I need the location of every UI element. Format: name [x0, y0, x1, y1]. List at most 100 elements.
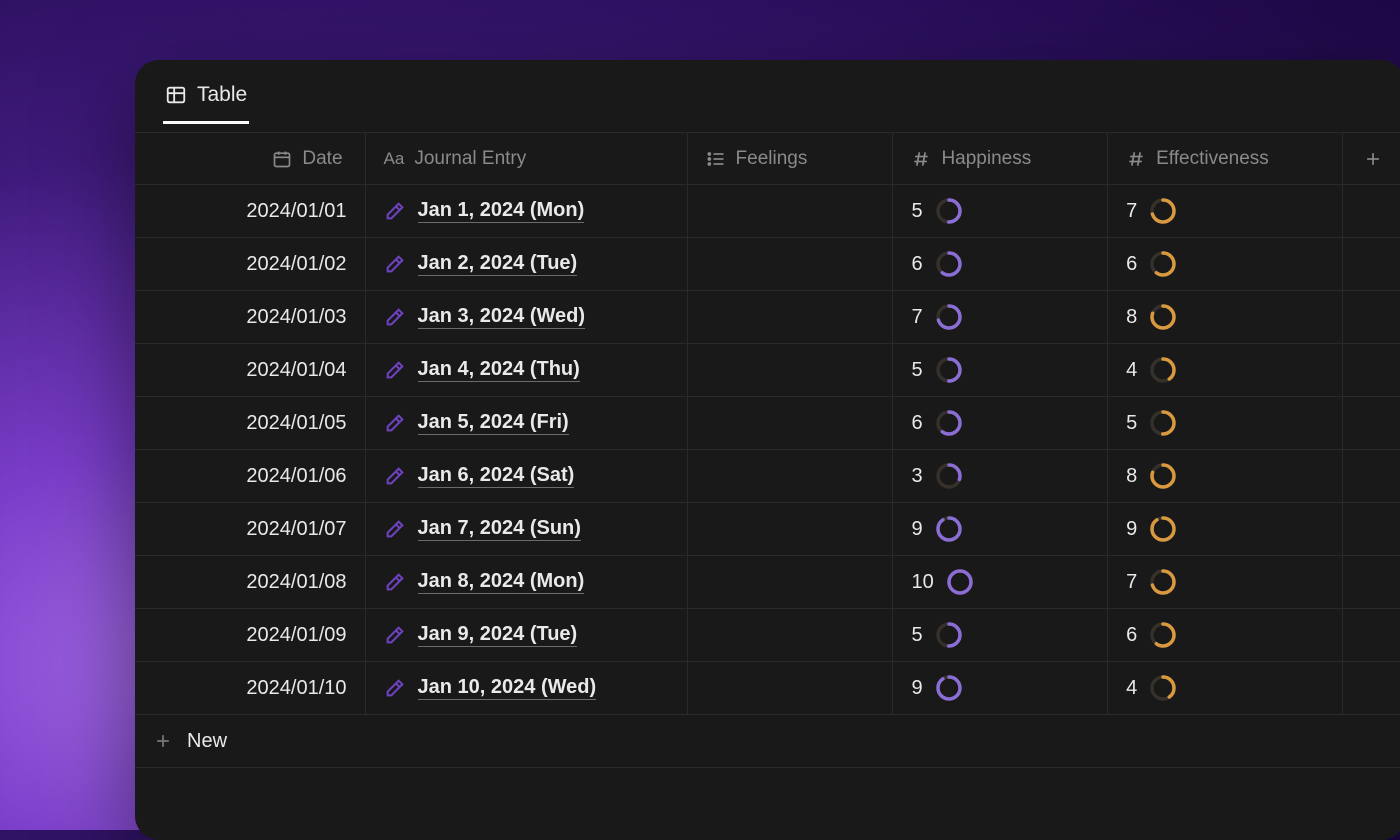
progress-ring-icon	[1149, 674, 1177, 702]
row-trailing-cell	[1342, 556, 1400, 609]
feelings-cell[interactable]	[687, 185, 893, 238]
date-cell[interactable]: 2024/01/01	[135, 185, 365, 238]
journal-entry-link[interactable]: Jan 6, 2024 (Sat)	[418, 464, 575, 488]
journal-entry-link[interactable]: Jan 5, 2024 (Fri)	[418, 411, 569, 435]
header-feelings[interactable]: Feelings	[687, 133, 893, 185]
date-cell[interactable]: 2024/01/07	[135, 503, 365, 556]
date-cell[interactable]: 2024/01/05	[135, 397, 365, 450]
entry-cell[interactable]: Jan 7, 2024 (Sun)	[365, 503, 687, 556]
plus-icon	[1363, 149, 1383, 169]
table-row[interactable]: 2024/01/08 Jan 8, 2024 (Mon) 10 7	[135, 556, 1400, 609]
entry-cell[interactable]: Jan 3, 2024 (Wed)	[365, 291, 687, 344]
multiselect-icon	[706, 149, 726, 169]
entry-cell[interactable]: Jan 2, 2024 (Tue)	[365, 238, 687, 291]
entry-cell[interactable]: Jan 4, 2024 (Thu)	[365, 344, 687, 397]
effectiveness-cell[interactable]: 5	[1108, 397, 1342, 450]
table-row[interactable]: 2024/01/05 Jan 5, 2024 (Fri) 6 5	[135, 397, 1400, 450]
progress-ring-icon	[1149, 409, 1177, 437]
table-row[interactable]: 2024/01/10 Jan 10, 2024 (Wed) 9 4	[135, 662, 1400, 715]
new-row-button[interactable]: New	[135, 715, 1400, 768]
feelings-cell[interactable]	[687, 450, 893, 503]
entry-cell[interactable]: Jan 1, 2024 (Mon)	[365, 185, 687, 238]
journal-entry-link[interactable]: Jan 7, 2024 (Sun)	[418, 517, 581, 541]
row-trailing-cell	[1342, 662, 1400, 715]
date-value: 2024/01/04	[246, 359, 346, 381]
happiness-cell[interactable]: 6	[893, 397, 1108, 450]
date-cell[interactable]: 2024/01/06	[135, 450, 365, 503]
happiness-cell[interactable]: 9	[893, 503, 1108, 556]
date-cell[interactable]: 2024/01/02	[135, 238, 365, 291]
journal-entry-link[interactable]: Jan 4, 2024 (Thu)	[418, 358, 580, 382]
header-date-label: Date	[302, 148, 342, 170]
header-add-column[interactable]	[1342, 133, 1400, 185]
table-row[interactable]: 2024/01/02 Jan 2, 2024 (Tue) 6 6	[135, 238, 1400, 291]
date-cell[interactable]: 2024/01/08	[135, 556, 365, 609]
effectiveness-cell[interactable]: 7	[1108, 185, 1342, 238]
entry-cell[interactable]: Jan 6, 2024 (Sat)	[365, 450, 687, 503]
happiness-cell[interactable]: 5	[893, 185, 1108, 238]
journal-entry-link[interactable]: Jan 9, 2024 (Tue)	[418, 623, 578, 647]
feelings-cell[interactable]	[687, 503, 893, 556]
happiness-value: 9	[911, 518, 922, 541]
happiness-cell[interactable]: 7	[893, 291, 1108, 344]
happiness-cell[interactable]: 6	[893, 238, 1108, 291]
row-trailing-cell	[1342, 291, 1400, 344]
happiness-cell[interactable]: 3	[893, 450, 1108, 503]
happiness-cell[interactable]: 10	[893, 556, 1108, 609]
date-cell[interactable]: 2024/01/09	[135, 609, 365, 662]
entry-cell[interactable]: Jan 5, 2024 (Fri)	[365, 397, 687, 450]
feelings-cell[interactable]	[687, 344, 893, 397]
effectiveness-cell[interactable]: 9	[1108, 503, 1342, 556]
effectiveness-cell[interactable]: 6	[1108, 609, 1342, 662]
header-happiness[interactable]: Happiness	[893, 133, 1108, 185]
effectiveness-cell[interactable]: 8	[1108, 450, 1342, 503]
edit-page-icon	[384, 200, 406, 222]
progress-ring-icon	[1149, 303, 1177, 331]
table-row[interactable]: 2024/01/06 Jan 6, 2024 (Sat) 3 8	[135, 450, 1400, 503]
feelings-cell[interactable]	[687, 556, 893, 609]
date-cell[interactable]: 2024/01/04	[135, 344, 365, 397]
edit-page-icon	[384, 624, 406, 646]
database-window: Table Date Aa Journal Entry	[135, 60, 1400, 840]
feelings-cell[interactable]	[687, 291, 893, 344]
effectiveness-cell[interactable]: 8	[1108, 291, 1342, 344]
date-value: 2024/01/02	[246, 253, 346, 275]
feelings-cell[interactable]	[687, 609, 893, 662]
journal-entry-link[interactable]: Jan 1, 2024 (Mon)	[418, 199, 585, 223]
table-row[interactable]: 2024/01/09 Jan 9, 2024 (Tue) 5 6	[135, 609, 1400, 662]
feelings-cell[interactable]	[687, 397, 893, 450]
table-row[interactable]: 2024/01/01 Jan 1, 2024 (Mon) 5 7	[135, 185, 1400, 238]
happiness-cell[interactable]: 9	[893, 662, 1108, 715]
effectiveness-value: 5	[1126, 412, 1137, 435]
happiness-cell[interactable]: 5	[893, 344, 1108, 397]
journal-entry-link[interactable]: Jan 8, 2024 (Mon)	[418, 570, 585, 594]
entry-cell[interactable]: Jan 9, 2024 (Tue)	[365, 609, 687, 662]
happiness-value: 10	[911, 571, 933, 594]
date-cell[interactable]: 2024/01/10	[135, 662, 365, 715]
progress-ring-icon	[935, 462, 963, 490]
feelings-cell[interactable]	[687, 238, 893, 291]
entry-cell[interactable]: Jan 8, 2024 (Mon)	[365, 556, 687, 609]
row-trailing-cell	[1342, 238, 1400, 291]
header-journal-entry[interactable]: Aa Journal Entry	[365, 133, 687, 185]
journal-entry-link[interactable]: Jan 3, 2024 (Wed)	[418, 305, 585, 329]
table-row[interactable]: 2024/01/04 Jan 4, 2024 (Thu) 5 4	[135, 344, 1400, 397]
happiness-cell[interactable]: 5	[893, 609, 1108, 662]
effectiveness-cell[interactable]: 4	[1108, 344, 1342, 397]
table-row[interactable]: 2024/01/03 Jan 3, 2024 (Wed) 7 8	[135, 291, 1400, 344]
effectiveness-cell[interactable]: 4	[1108, 662, 1342, 715]
table-row[interactable]: 2024/01/07 Jan 7, 2024 (Sun) 9 9	[135, 503, 1400, 556]
tab-table-view[interactable]: Table	[163, 83, 249, 124]
feelings-cell[interactable]	[687, 662, 893, 715]
journal-entry-link[interactable]: Jan 10, 2024 (Wed)	[418, 676, 597, 700]
edit-page-icon	[384, 677, 406, 699]
journal-entry-link[interactable]: Jan 2, 2024 (Tue)	[418, 252, 578, 276]
date-value: 2024/01/05	[246, 412, 346, 434]
date-value: 2024/01/07	[246, 518, 346, 540]
entry-cell[interactable]: Jan 10, 2024 (Wed)	[365, 662, 687, 715]
date-cell[interactable]: 2024/01/03	[135, 291, 365, 344]
header-date[interactable]: Date	[135, 133, 365, 185]
effectiveness-cell[interactable]: 7	[1108, 556, 1342, 609]
effectiveness-cell[interactable]: 6	[1108, 238, 1342, 291]
header-effectiveness[interactable]: Effectiveness	[1108, 133, 1342, 185]
